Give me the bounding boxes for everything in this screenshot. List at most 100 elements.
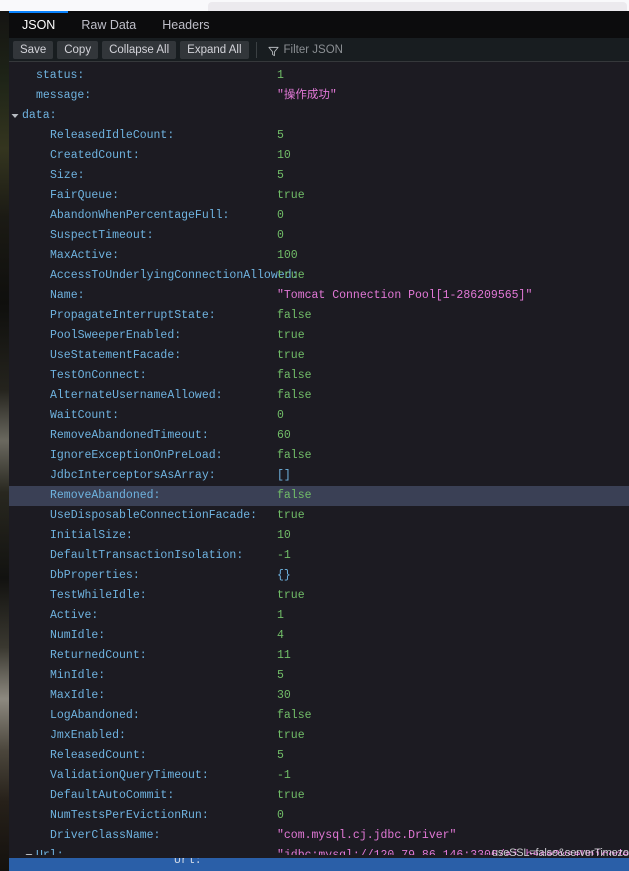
json-row[interactable]: message: "操作成功" bbox=[9, 86, 629, 106]
json-row[interactable]: ReturnedCount: 11 bbox=[9, 646, 629, 666]
response-tabbar: JSON Raw Data Headers bbox=[9, 11, 629, 38]
json-key: DbProperties: bbox=[50, 569, 140, 582]
json-row[interactable]: IgnoreExceptionOnPreLoad: false bbox=[9, 446, 629, 466]
json-value: true bbox=[277, 329, 305, 342]
json-row[interactable]: TestWhileIdle: true bbox=[9, 586, 629, 606]
json-row[interactable]: Url: "jdbc:mysql://120.79.86.146:3306/aj_… bbox=[9, 846, 629, 855]
json-row[interactable]: RemoveAbandonedTimeout: 60 bbox=[9, 426, 629, 446]
json-row[interactable]: ReleasedCount: 5 bbox=[9, 746, 629, 766]
json-row[interactable]: data: bbox=[9, 106, 629, 126]
json-key: SuspectTimeout: bbox=[50, 229, 154, 242]
json-row[interactable]: DefaultAutoCommit: true bbox=[9, 786, 629, 806]
json-value: false bbox=[277, 369, 312, 382]
bottom-status-text: Url: bbox=[174, 858, 202, 867]
filter-json-field[interactable] bbox=[264, 41, 625, 59]
json-row[interactable]: SuspectTimeout: 0 bbox=[9, 226, 629, 246]
json-row[interactable]: JmxEnabled: true bbox=[9, 726, 629, 746]
json-row[interactable]: ReleasedIdleCount: 5 bbox=[9, 126, 629, 146]
json-key: FairQueue: bbox=[50, 189, 120, 202]
collapse-all-button[interactable]: Collapse All bbox=[102, 40, 177, 59]
json-row[interactable]: TestOnConnect: false bbox=[9, 366, 629, 386]
json-key: JdbcInterceptorsAsArray: bbox=[50, 469, 216, 482]
json-value: "Tomcat Connection Pool[1-286209565]" bbox=[277, 289, 533, 302]
json-key: CreatedCount: bbox=[50, 149, 140, 162]
json-row[interactable]: UseDisposableConnectionFacade: true bbox=[9, 506, 629, 526]
json-row[interactable]: status: 1 bbox=[9, 66, 629, 86]
desktop-background-sliver bbox=[0, 11, 9, 871]
json-row[interactable]: WaitCount: 0 bbox=[9, 406, 629, 426]
json-tree[interactable]: status: 1 message: "操作成功" data: ReleasedIdleC… bbox=[9, 62, 629, 855]
json-row[interactable]: Size: 5 bbox=[9, 166, 629, 186]
json-value: true bbox=[277, 589, 305, 602]
json-row[interactable]: Active: 1 bbox=[9, 606, 629, 626]
json-row[interactable]: DefaultTransactionIsolation: -1 bbox=[9, 546, 629, 566]
json-row[interactable]: RemoveAbandoned: false bbox=[9, 486, 629, 506]
json-toolbar: Save Copy Collapse All Expand All bbox=[9, 38, 629, 62]
json-key: MaxActive: bbox=[50, 249, 120, 262]
json-row[interactable]: JdbcInterceptorsAsArray: [] bbox=[9, 466, 629, 486]
json-row[interactable]: InitialSize: 10 bbox=[9, 526, 629, 546]
json-key: NumTestsPerEvictionRun: bbox=[50, 809, 209, 822]
copy-button[interactable]: Copy bbox=[57, 40, 99, 59]
json-value: true bbox=[277, 729, 305, 742]
json-row[interactable]: LogAbandoned: false bbox=[9, 706, 629, 726]
json-value: true bbox=[277, 509, 305, 522]
json-row[interactable]: NumIdle: 4 bbox=[9, 626, 629, 646]
json-row[interactable]: ValidationQueryTimeout: -1 bbox=[9, 766, 629, 786]
tab-headers[interactable]: Headers bbox=[149, 11, 222, 38]
json-key: UseStatementFacade: bbox=[50, 349, 182, 362]
save-button[interactable]: Save bbox=[13, 40, 54, 59]
json-key: RemoveAbandoned: bbox=[50, 489, 161, 502]
json-key: LogAbandoned: bbox=[50, 709, 140, 722]
json-row[interactable]: PoolSweeperEnabled: true bbox=[9, 326, 629, 346]
json-key: DefaultTransactionIsolation: bbox=[50, 549, 244, 562]
chevron-down-icon[interactable] bbox=[10, 106, 20, 126]
tab-json[interactable]: JSON bbox=[9, 11, 69, 38]
json-value: true bbox=[277, 269, 305, 282]
json-row[interactable]: AlternateUsernameAllowed: false bbox=[9, 386, 629, 406]
json-key: WaitCount: bbox=[50, 409, 120, 422]
json-value: false bbox=[277, 709, 312, 722]
json-row[interactable]: CreatedCount: 10 bbox=[9, 146, 629, 166]
json-key: PropagateInterruptState: bbox=[50, 309, 216, 322]
json-row[interactable]: AbandonWhenPercentageFull: 0 bbox=[9, 206, 629, 226]
network-response-panel: JSON Raw Data Headers Save Copy Collapse… bbox=[9, 11, 629, 871]
chevron-down-icon[interactable] bbox=[24, 846, 34, 855]
json-value: 0 bbox=[277, 409, 284, 422]
json-row[interactable]: DbProperties: {} bbox=[9, 566, 629, 586]
json-row[interactable]: MaxActive: 100 bbox=[9, 246, 629, 266]
json-row[interactable]: PropagateInterruptState: false bbox=[9, 306, 629, 326]
json-value: [] bbox=[277, 469, 291, 482]
json-key: ValidationQueryTimeout: bbox=[50, 769, 209, 782]
tab-json-label: JSON bbox=[22, 17, 56, 32]
json-key: Name: bbox=[50, 289, 85, 302]
json-key: DriverClassName: bbox=[50, 829, 161, 842]
json-value: true bbox=[277, 349, 305, 362]
tab-raw-data[interactable]: Raw Data bbox=[68, 11, 149, 38]
json-value: 10 bbox=[277, 149, 291, 162]
json-row[interactable]: AccessToUnderlyingConnectionAllowed: true bbox=[9, 266, 629, 286]
json-key: AlternateUsernameAllowed: bbox=[50, 389, 223, 402]
expand-all-button[interactable]: Expand All bbox=[180, 40, 249, 59]
json-key: UseDisposableConnectionFacade: bbox=[50, 509, 258, 522]
json-row[interactable]: NumTestsPerEvictionRun: 0 bbox=[9, 806, 629, 826]
json-value: false bbox=[277, 309, 312, 322]
bottom-status-bar: Url: bbox=[9, 858, 629, 871]
filter-json-input[interactable] bbox=[283, 43, 621, 56]
json-value: true bbox=[277, 789, 305, 802]
json-row[interactable]: Name: "Tomcat Connection Pool[1-286209565… bbox=[9, 286, 629, 306]
browser-chrome-strip bbox=[0, 0, 629, 11]
json-row[interactable]: MaxIdle: 30 bbox=[9, 686, 629, 706]
browser-tab-strip bbox=[208, 2, 627, 11]
json-key: PoolSweeperEnabled: bbox=[50, 329, 182, 342]
json-key: AccessToUnderlyingConnectionAllowed: bbox=[50, 269, 299, 282]
json-row[interactable]: MinIdle: 5 bbox=[9, 666, 629, 686]
json-value: 11 bbox=[277, 649, 291, 662]
json-row[interactable]: UseStatementFacade: true bbox=[9, 346, 629, 366]
json-value: 5 bbox=[277, 169, 284, 182]
json-key: ReleasedCount: bbox=[50, 749, 147, 762]
json-value: 1 bbox=[277, 609, 284, 622]
json-row[interactable]: DriverClassName: "com.mysql.cj.jdbc.Drive… bbox=[9, 826, 629, 846]
json-key: DefaultAutoCommit: bbox=[50, 789, 175, 802]
json-row[interactable]: FairQueue: true bbox=[9, 186, 629, 206]
